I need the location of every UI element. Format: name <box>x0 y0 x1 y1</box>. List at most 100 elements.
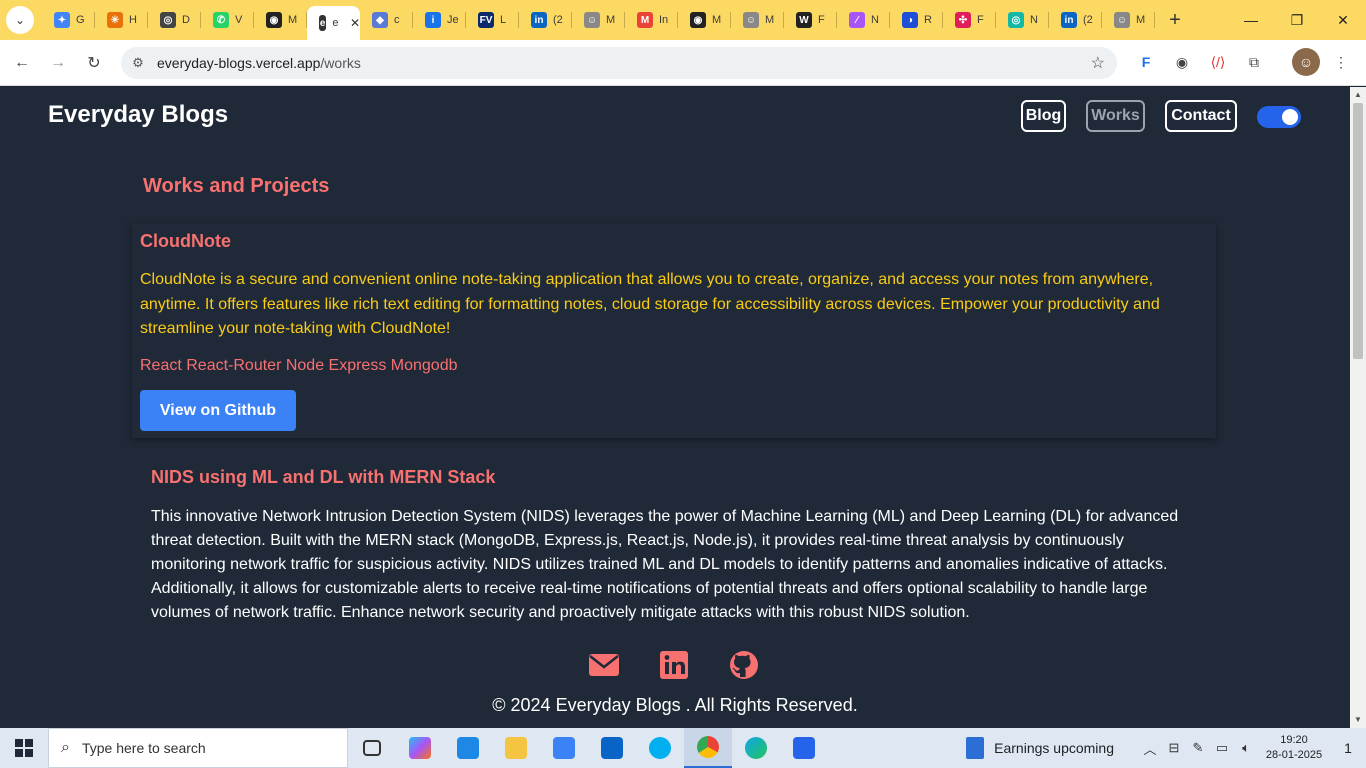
browser-tab[interactable]: ✣ F <box>943 0 996 40</box>
browser-tab[interactable]: M In <box>625 0 678 40</box>
restore-icon[interactable]: ❐ <box>1274 0 1320 40</box>
nav-contact-button[interactable]: Contact <box>1165 100 1237 132</box>
forward-icon[interactable]: → <box>41 46 75 80</box>
tab-title: M <box>765 14 775 26</box>
scroll-up-icon[interactable]: ▲ <box>1350 88 1366 102</box>
extensions-puzzle-icon[interactable]: ⧉ <box>1240 48 1268 76</box>
tab-title: Je <box>447 14 459 26</box>
close-tab-icon[interactable]: ✕ <box>350 16 360 30</box>
windows-taskbar: ⌕ Type here to search Earnings upcoming … <box>0 728 1366 768</box>
github-icon[interactable] <box>728 650 760 680</box>
notifications-icon[interactable]: 1 <box>1330 740 1366 756</box>
tab-title: M <box>606 14 616 26</box>
notifications-count: 1 <box>1344 740 1352 756</box>
pen-icon[interactable]: ✎ <box>1186 740 1210 756</box>
outlook-icon[interactable] <box>588 728 636 768</box>
tab-title: N <box>871 14 879 26</box>
tab-title: N <box>1030 14 1038 26</box>
minimize-icon[interactable]: — <box>1228 0 1274 40</box>
view-on-github-button[interactable]: View on Github <box>140 390 296 431</box>
reload-icon[interactable]: ↻ <box>77 46 111 80</box>
url-host: everyday-blogs.vercel.app <box>157 55 321 71</box>
browser-tab[interactable]: in (2 <box>519 0 572 40</box>
earnings-widget[interactable]: Earnings upcoming <box>966 737 1114 759</box>
tab-title: M <box>1136 14 1146 26</box>
chrome-taskbar-icon[interactable] <box>684 728 732 768</box>
browser-tab[interactable]: ◎ D <box>148 0 201 40</box>
address-bar[interactable]: ⚙ everyday-blogs.vercel.app/works ☆ <box>121 47 1117 79</box>
chevron-up-icon[interactable]: ︿ <box>1138 739 1162 758</box>
toggle-knob <box>1282 109 1298 125</box>
browser-tab[interactable]: ◉ M <box>678 0 731 40</box>
volume-icon[interactable]: 🔈︎ <box>1234 740 1258 756</box>
browser-tab[interactable]: ∕ N <box>837 0 890 40</box>
chevron-down-icon: ⌄ <box>14 13 26 27</box>
tab-title: e <box>332 17 338 29</box>
back-icon[interactable]: ← <box>5 46 39 80</box>
tab-title: R <box>924 14 932 26</box>
tab-favicon-icon: ☺ <box>743 12 759 28</box>
linkedin-icon[interactable] <box>658 650 690 680</box>
system-clock[interactable]: 19:20 28-01-2025 <box>1258 733 1330 763</box>
copilot-icon[interactable] <box>396 728 444 768</box>
close-window-icon[interactable]: ✕ <box>1320 0 1366 40</box>
screen-capture-icon[interactable]: ◉ <box>1168 48 1196 76</box>
browser-tab[interactable]: i Je <box>413 0 466 40</box>
browser-tab[interactable]: ◎ N <box>996 0 1049 40</box>
nav-works-button[interactable]: Works <box>1086 100 1145 132</box>
browser-tab[interactable]: ☺ M <box>731 0 784 40</box>
extension-f-icon[interactable]: F <box>1132 48 1160 76</box>
tab-favicon-icon: W <box>796 12 812 28</box>
edge-icon[interactable] <box>732 728 780 768</box>
browser-toolbar: ← → ↻ ⚙ everyday-blogs.vercel.app/works … <box>0 40 1366 86</box>
tab-search-button[interactable]: ⌄ <box>6 6 34 34</box>
tab-favicon-icon: ✣ <box>955 12 971 28</box>
browser-tab[interactable]: ◆ c <box>360 0 413 40</box>
theme-toggle[interactable] <box>1257 106 1301 128</box>
browser-tab[interactable]: ◑ R <box>890 0 943 40</box>
network-device-icon[interactable]: ⊟ <box>1162 740 1186 756</box>
tab-favicon-icon: in <box>1061 12 1077 28</box>
browser-tab[interactable]: ✳ H <box>95 0 148 40</box>
tab-favicon-icon: e <box>319 15 327 31</box>
nav-blog-button[interactable]: Blog <box>1021 100 1066 132</box>
browser-tab[interactable]: ✦ G <box>42 0 95 40</box>
system-tray: Earnings upcoming ︿ ⊟ ✎ ▭ 🔈︎ 19:20 28-01… <box>966 728 1366 768</box>
file-explorer-icon[interactable] <box>492 728 540 768</box>
battery-icon[interactable]: ▭ <box>1210 740 1234 756</box>
scrollbar-thumb[interactable] <box>1353 103 1363 359</box>
photos-icon[interactable] <box>780 728 828 768</box>
scroll-down-icon[interactable]: ▼ <box>1350 713 1366 727</box>
tab-favicon-icon: ✆ <box>213 12 229 28</box>
site-brand[interactable]: Everyday Blogs <box>48 101 228 129</box>
tab-title: M <box>288 14 298 26</box>
site-info-icon[interactable]: ⚙ <box>123 48 153 78</box>
site-footer: © 2024 Everyday Blogs . All Rights Reser… <box>0 640 1350 728</box>
microsoft-store-icon[interactable] <box>540 728 588 768</box>
start-button[interactable] <box>0 728 48 768</box>
new-tab-button[interactable]: + <box>1161 6 1189 34</box>
skype-icon[interactable] <box>636 728 684 768</box>
bookmark-star-icon[interactable]: ☆ <box>1091 53 1105 73</box>
code-extension-icon[interactable]: ⟨/⟩ <box>1204 48 1232 76</box>
taskbar-search[interactable]: ⌕ Type here to search <box>48 728 348 768</box>
section-title: Works and Projects <box>143 175 330 197</box>
browser-tab[interactable]: FV L <box>466 0 519 40</box>
tab-title: G <box>76 14 85 26</box>
task-view-icon[interactable] <box>348 728 396 768</box>
browser-tab[interactable]: in (2 <box>1049 0 1102 40</box>
page-scrollbar[interactable]: ▲ ▼ <box>1350 87 1366 728</box>
browser-tab[interactable]: ☺ M <box>572 0 625 40</box>
browser-tab[interactable]: ☺ M <box>1102 0 1155 40</box>
browser-tab[interactable]: WF <box>784 0 837 40</box>
browser-tab[interactable]: ◉ M <box>254 0 307 40</box>
tab-favicon-icon: ∕ <box>849 12 865 28</box>
profile-avatar[interactable]: ☺ <box>1292 48 1320 76</box>
menu-kebab-icon[interactable]: ⋮ <box>1327 48 1355 76</box>
tab-title: (2 <box>553 14 563 26</box>
vscode-icon[interactable] <box>444 728 492 768</box>
browser-tab[interactable]: e e ✕ <box>307 6 360 40</box>
browser-tab[interactable]: ✆ V <box>201 0 254 40</box>
project-tech-stack: React React-Router Node Express Mongodb <box>140 357 458 374</box>
email-icon[interactable] <box>588 650 620 680</box>
